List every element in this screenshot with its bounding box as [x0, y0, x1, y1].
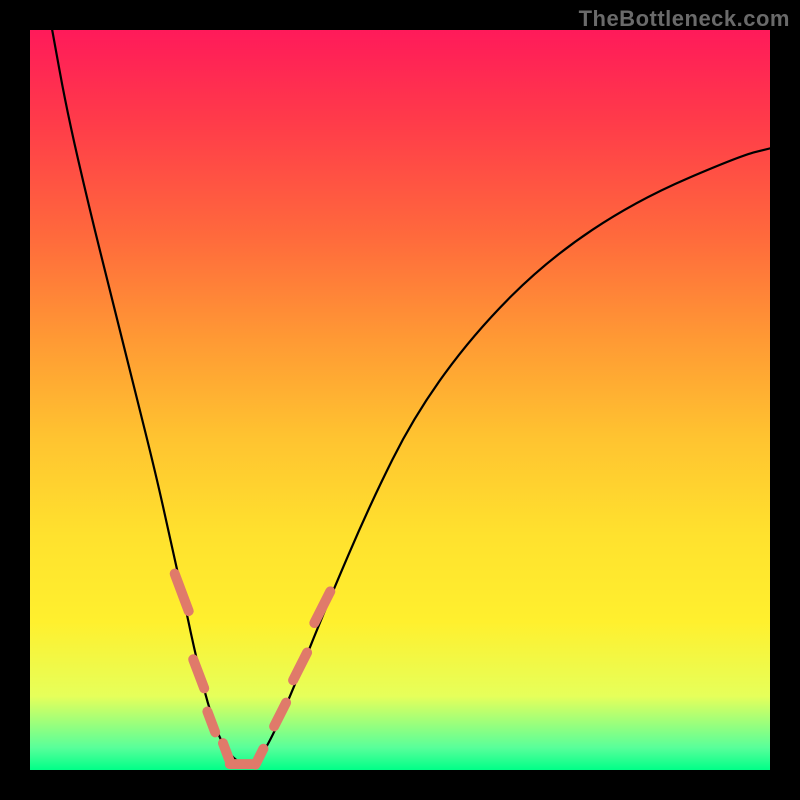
marker-capsule — [223, 743, 229, 760]
marker-capsule — [293, 653, 307, 681]
marker-capsule — [255, 749, 263, 765]
data-markers — [175, 574, 331, 765]
marker-capsule — [274, 703, 286, 727]
bottleneck-curve — [52, 30, 770, 764]
plot-area — [30, 30, 770, 770]
marker-capsule — [193, 659, 204, 688]
marker-capsule — [175, 574, 189, 611]
chart-svg — [30, 30, 770, 770]
marker-capsule — [314, 591, 330, 623]
watermark-text: TheBottleneck.com — [579, 6, 790, 32]
chart-frame: TheBottleneck.com — [0, 0, 800, 800]
marker-capsule — [207, 712, 215, 733]
